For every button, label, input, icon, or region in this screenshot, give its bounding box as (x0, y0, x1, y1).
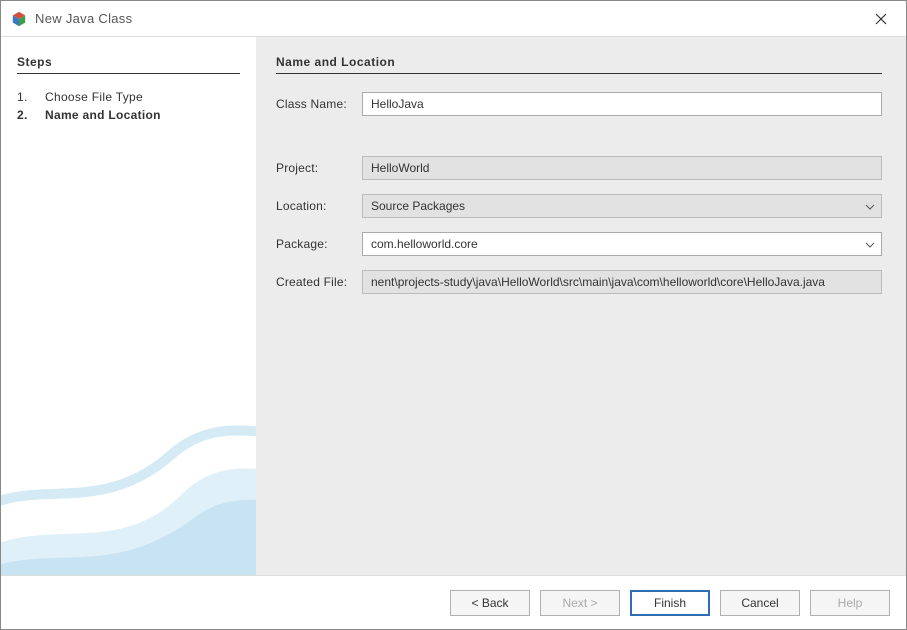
combobox-package-value: com.helloworld.core (371, 237, 478, 251)
field-project: HelloWorld (362, 156, 882, 180)
wizard-footer: < Back Next > Finish Cancel Help (1, 575, 906, 629)
dropdown-location[interactable]: Source Packages (362, 194, 882, 218)
wizard-content: Steps 1. Choose File Type 2. Name and Lo… (1, 37, 906, 575)
cancel-button[interactable]: Cancel (720, 590, 800, 616)
label-created-file: Created File: (276, 275, 362, 289)
window-title: New Java Class (35, 11, 866, 26)
steps-sidebar: Steps 1. Choose File Type 2. Name and Lo… (1, 37, 256, 575)
row-project: Project: HelloWorld (276, 156, 882, 180)
close-button[interactable] (866, 4, 896, 34)
label-project: Project: (276, 161, 362, 175)
back-button[interactable]: < Back (450, 590, 530, 616)
app-icon (11, 11, 27, 27)
combobox-package[interactable]: com.helloworld.core (362, 232, 882, 256)
main-panel: Name and Location Class Name: Project: H… (256, 37, 906, 575)
chevron-down-icon (865, 199, 875, 213)
titlebar: New Java Class (1, 1, 906, 37)
steps-heading: Steps (17, 55, 240, 69)
steps-list: 1. Choose File Type 2. Name and Location (17, 88, 240, 124)
label-location: Location: (276, 199, 362, 213)
dropdown-location-value: Source Packages (371, 199, 465, 213)
chevron-down-icon (865, 237, 875, 251)
row-package: Package: com.helloworld.core (276, 232, 882, 256)
main-heading: Name and Location (276, 55, 882, 69)
label-class-name: Class Name: (276, 97, 362, 111)
step-label: Name and Location (45, 108, 161, 122)
step-choose-file-type: 1. Choose File Type (17, 88, 240, 106)
label-package: Package: (276, 237, 362, 251)
row-created-file: Created File: nent\projects-study\java\H… (276, 270, 882, 294)
decorative-wave (1, 405, 256, 575)
close-icon (875, 13, 887, 25)
step-name-and-location: 2. Name and Location (17, 106, 240, 124)
row-location: Location: Source Packages (276, 194, 882, 218)
steps-rule (17, 73, 240, 74)
wizard-window: New Java Class Steps 1. Choose File Type… (0, 0, 907, 630)
next-button: Next > (540, 590, 620, 616)
step-number: 1. (17, 90, 31, 104)
step-number: 2. (17, 108, 31, 122)
help-button: Help (810, 590, 890, 616)
main-rule (276, 73, 882, 74)
step-label: Choose File Type (45, 90, 143, 104)
field-created-file: nent\projects-study\java\HelloWorld\src\… (362, 270, 882, 294)
row-class-name: Class Name: (276, 92, 882, 116)
input-class-name[interactable] (362, 92, 882, 116)
finish-button[interactable]: Finish (630, 590, 710, 616)
